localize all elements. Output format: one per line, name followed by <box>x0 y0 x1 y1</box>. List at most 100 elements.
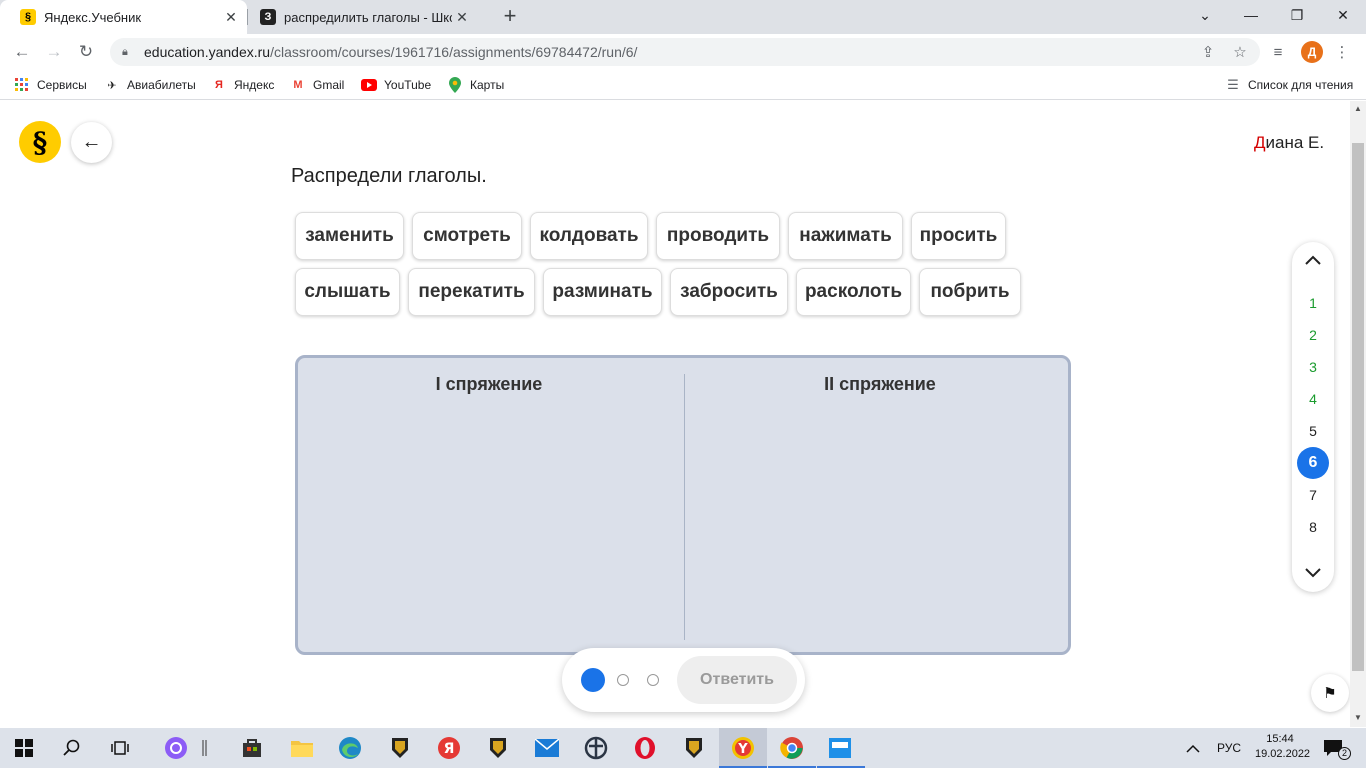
task-view-icon[interactable] <box>106 734 134 762</box>
opera-icon[interactable] <box>631 734 659 762</box>
world-of-tanks-icon[interactable] <box>680 734 708 762</box>
screen: § Яндекс.Учебник ✕ З распредилить глагол… <box>0 0 1366 768</box>
bookmark-youtube[interactable]: YouTube <box>361 76 431 94</box>
progress-dot <box>617 674 629 686</box>
question-number[interactable]: 7 <box>1297 479 1329 511</box>
word-chip[interactable]: забросить <box>670 268 788 316</box>
yandex-icon: Я <box>215 79 223 91</box>
progress-dot <box>647 674 659 686</box>
bookmark-karty[interactable]: Карты <box>447 76 504 94</box>
address-bar[interactable]: 🔒︎ education.yandex.ru/classroom/courses… <box>110 38 1260 66</box>
tab-favicon-icon: З <box>260 9 276 25</box>
word-chip[interactable]: смотреть <box>412 212 522 260</box>
question-number[interactable]: 2 <box>1297 319 1329 351</box>
task-title: Распредели глаголы. <box>291 165 487 187</box>
word-chip[interactable]: разминать <box>543 268 662 316</box>
roblox-studio-icon[interactable] <box>826 734 854 762</box>
user-name[interactable]: Диана Е. <box>1254 133 1324 153</box>
svg-text:Y: Y <box>737 742 748 757</box>
forward-icon[interactable]: → <box>42 40 66 64</box>
chevron-up-icon[interactable] <box>1292 245 1334 275</box>
reading-mode-icon[interactable]: ≡ <box>1266 40 1290 64</box>
url-host: education.yandex.ru <box>144 44 271 60</box>
reading-list-button[interactable]: ☰ Список для чтения <box>1225 76 1353 94</box>
url-path: /classroom/courses/1961716/assignments/6… <box>270 44 638 60</box>
menu-kebab-icon[interactable]: ⋮ <box>1330 40 1354 64</box>
taskbar-divider-icon <box>200 734 210 762</box>
yandex-browser-red-icon[interactable]: Я <box>435 734 463 762</box>
close-tab-icon[interactable]: ✕ <box>452 9 472 26</box>
arrow-left-icon: ← <box>81 131 102 153</box>
back-arrow-button[interactable]: ← <box>71 122 112 163</box>
scrollbar-thumb[interactable] <box>1352 143 1364 671</box>
bookmark-yandex[interactable]: Я Яндекс <box>211 76 274 94</box>
system-clock[interactable]: 15:44 19.02.2022 <box>1255 732 1310 762</box>
reload-icon[interactable]: ↻ <box>74 40 98 64</box>
tab-yandex-uchebnik[interactable]: § Яндекс.Учебник ✕ <box>0 0 247 34</box>
drop-zone-conjugation-1[interactable] <box>298 358 684 652</box>
airplane-icon: ✈ <box>107 79 117 92</box>
file-explorer-icon[interactable] <box>288 734 316 762</box>
notifications-button[interactable]: 2 <box>1323 728 1356 768</box>
world-of-warships-icon[interactable] <box>582 734 610 762</box>
report-flag-button[interactable]: ⚑ <box>1311 674 1349 712</box>
word-chip[interactable]: перекатить <box>408 268 535 316</box>
search-icon[interactable] <box>58 734 86 762</box>
world-of-tanks-icon[interactable] <box>484 734 512 762</box>
question-navigator: 1 2 3 4 5 6 7 8 <box>1292 242 1334 592</box>
bookmark-star-icon[interactable]: ☆ <box>1228 40 1252 64</box>
answer-button[interactable]: Ответить <box>677 656 797 704</box>
close-tab-icon[interactable]: ✕ <box>221 9 241 26</box>
question-number[interactable]: 3 <box>1297 351 1329 383</box>
word-chip[interactable]: расколоть <box>796 268 911 316</box>
mail-icon[interactable] <box>533 734 561 762</box>
chevron-down-icon[interactable] <box>1292 558 1334 588</box>
tab-znanija[interactable]: З распредилить глаголы - Школьн ✕ <box>248 0 478 34</box>
progress-dot-current <box>581 668 605 692</box>
word-chip[interactable]: колдовать <box>530 212 648 260</box>
share-icon[interactable]: ⇪ <box>1196 40 1220 64</box>
word-chip[interactable]: заменить <box>295 212 404 260</box>
question-number-current[interactable]: 6 <box>1297 447 1329 479</box>
bookmark-label: Gmail <box>313 78 345 92</box>
tray-chevron-up-icon[interactable] <box>1186 728 1200 768</box>
drop-zone-conjugation-2[interactable] <box>685 358 1068 652</box>
question-number[interactable]: 5 <box>1297 415 1329 447</box>
profile-avatar[interactable]: Д <box>1301 41 1323 63</box>
word-chip[interactable]: нажимать <box>788 212 903 260</box>
lock-icon: 🔒︎ <box>122 46 128 58</box>
bookmark-aviabilety[interactable]: ✈ Авиабилеты <box>104 76 195 94</box>
edge-browser-icon[interactable] <box>336 734 364 762</box>
chrome-icon[interactable] <box>778 734 806 762</box>
question-number[interactable]: 1 <box>1297 287 1329 319</box>
scroll-down-arrow-icon[interactable]: ▼ <box>1354 713 1362 722</box>
keyboard-language[interactable]: РУС <box>1217 728 1241 768</box>
answer-panel: Ответить <box>562 648 805 712</box>
yandex-uchebnik-logo[interactable]: § <box>19 121 61 163</box>
yandex-browser-icon[interactable]: Y <box>729 734 757 762</box>
question-number[interactable]: 8 <box>1297 511 1329 543</box>
tab-search-chevron-icon[interactable]: ⌄ <box>1182 0 1228 30</box>
store-bag-icon[interactable] <box>238 734 266 762</box>
world-of-tanks-icon[interactable] <box>386 734 414 762</box>
scroll-up-arrow-icon[interactable]: ▲ <box>1354 104 1362 113</box>
tab-title: Яндекс.Учебник <box>44 9 142 25</box>
question-number[interactable]: 4 <box>1297 383 1329 415</box>
close-window-icon[interactable]: ✕ <box>1320 0 1366 30</box>
new-tab-icon[interactable]: + <box>498 5 522 29</box>
back-icon[interactable]: ← <box>10 40 34 64</box>
word-chip[interactable]: побрить <box>919 268 1021 316</box>
minimize-icon[interactable]: — <box>1228 0 1274 30</box>
browser-tab-strip: § Яндекс.Учебник ✕ З распредилить глагол… <box>0 0 1366 34</box>
reading-list-icon: ☰ <box>1227 77 1239 92</box>
bookmark-services[interactable]: Сервисы <box>14 76 87 94</box>
page-scrollbar[interactable]: ▲ ▼ <box>1350 101 1366 727</box>
word-chip[interactable]: слышать <box>295 268 400 316</box>
restore-icon[interactable]: ❐ <box>1274 0 1320 30</box>
alice-assistant-icon[interactable] <box>162 734 190 762</box>
windows-start-icon[interactable] <box>10 734 38 762</box>
tab-favicon-icon: § <box>20 9 36 25</box>
word-chip[interactable]: проводить <box>656 212 780 260</box>
bookmark-gmail[interactable]: M Gmail <box>290 76 344 94</box>
word-chip[interactable]: просить <box>911 212 1006 260</box>
